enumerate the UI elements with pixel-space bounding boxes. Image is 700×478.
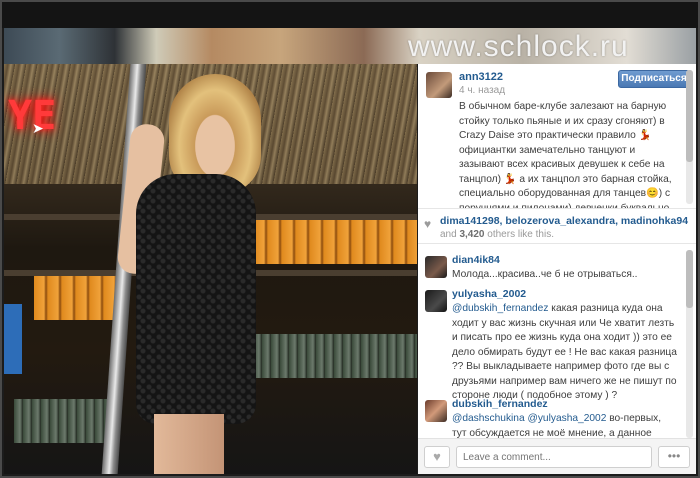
follow-button[interactable]: Подписаться — [618, 70, 690, 88]
caption-scroll-thumb[interactable] — [686, 70, 693, 162]
heart-icon: ♥ — [424, 217, 432, 231]
mouse-cursor-icon: ➤ — [32, 120, 44, 136]
comments-list: dian4ik84 Молода...красива..че б не отры… — [418, 250, 696, 438]
commenter-avatar[interactable] — [425, 400, 447, 422]
comment-mention[interactable]: @dubskih_fernandez — [452, 303, 548, 314]
likes-count: and 3,420 others like this. — [440, 229, 554, 240]
photo-screen — [4, 304, 22, 374]
likes-prefix: and — [440, 229, 457, 240]
author-username[interactable]: ann3122 — [459, 71, 503, 83]
neon-sign: YE — [8, 93, 57, 139]
likes-suffix: others like this. — [487, 229, 554, 240]
top-bar — [2, 2, 698, 28]
comment-text: Молода...красива..че б не отрываться.. — [452, 269, 638, 280]
likers-list[interactable]: dima141298, belozerova_alexandra, madino… — [440, 215, 688, 227]
comment-bar: ♥ ••• — [418, 438, 696, 474]
comment-text: @dashschukina @yulyasha_2002 во-первых, … — [452, 412, 678, 438]
comments-scroll-thumb[interactable] — [686, 250, 693, 308]
watermark: www.schlock.ru — [408, 30, 629, 63]
likes-section: ♥ dima141298, belozerova_alexandra, madi… — [418, 210, 696, 244]
author-avatar[interactable] — [426, 72, 452, 98]
photo-dress — [136, 174, 256, 424]
post-caption: В обычном баре-клубе залезают на барную … — [459, 101, 672, 208]
comment-text: @dubskih_fernandez какая разница куда он… — [452, 302, 678, 404]
more-options-button[interactable]: ••• — [658, 446, 690, 468]
photo-bottles — [34, 276, 124, 320]
comments-scrollbar[interactable] — [686, 250, 693, 438]
commenter-username[interactable]: yulyasha_2002 — [452, 288, 526, 300]
comment-mention[interactable]: @yulyasha_2002 — [528, 413, 607, 424]
commenter-avatar[interactable] — [425, 290, 447, 312]
photo-legs — [154, 414, 224, 474]
commenter-username[interactable]: dubskih_fernandez — [452, 398, 548, 410]
photo-bottles — [14, 399, 114, 443]
commenter-username[interactable]: dian4ik84 — [452, 254, 500, 266]
post-photo[interactable]: YE ➤ — [4, 64, 417, 474]
caption-scrollbar[interactable] — [686, 70, 693, 204]
comment-input[interactable] — [456, 446, 652, 468]
photo-bottles — [254, 220, 417, 264]
post-time: 4 ч. назад — [459, 85, 506, 96]
post-header: ann3122 4 ч. назад Подписаться В обычном… — [418, 64, 696, 209]
likes-number: 3,420 — [459, 229, 485, 240]
comment-mention[interactable]: @dashschukina — [452, 413, 525, 424]
commenter-avatar[interactable] — [425, 256, 447, 278]
photo-bottles — [244, 334, 417, 378]
like-button[interactable]: ♥ — [424, 446, 450, 468]
comment-body: какая разница куда она ходит у вас жизнь… — [452, 303, 677, 401]
heart-icon: ♥ — [433, 449, 441, 464]
side-panel: ann3122 4 ч. назад Подписаться В обычном… — [418, 64, 696, 474]
